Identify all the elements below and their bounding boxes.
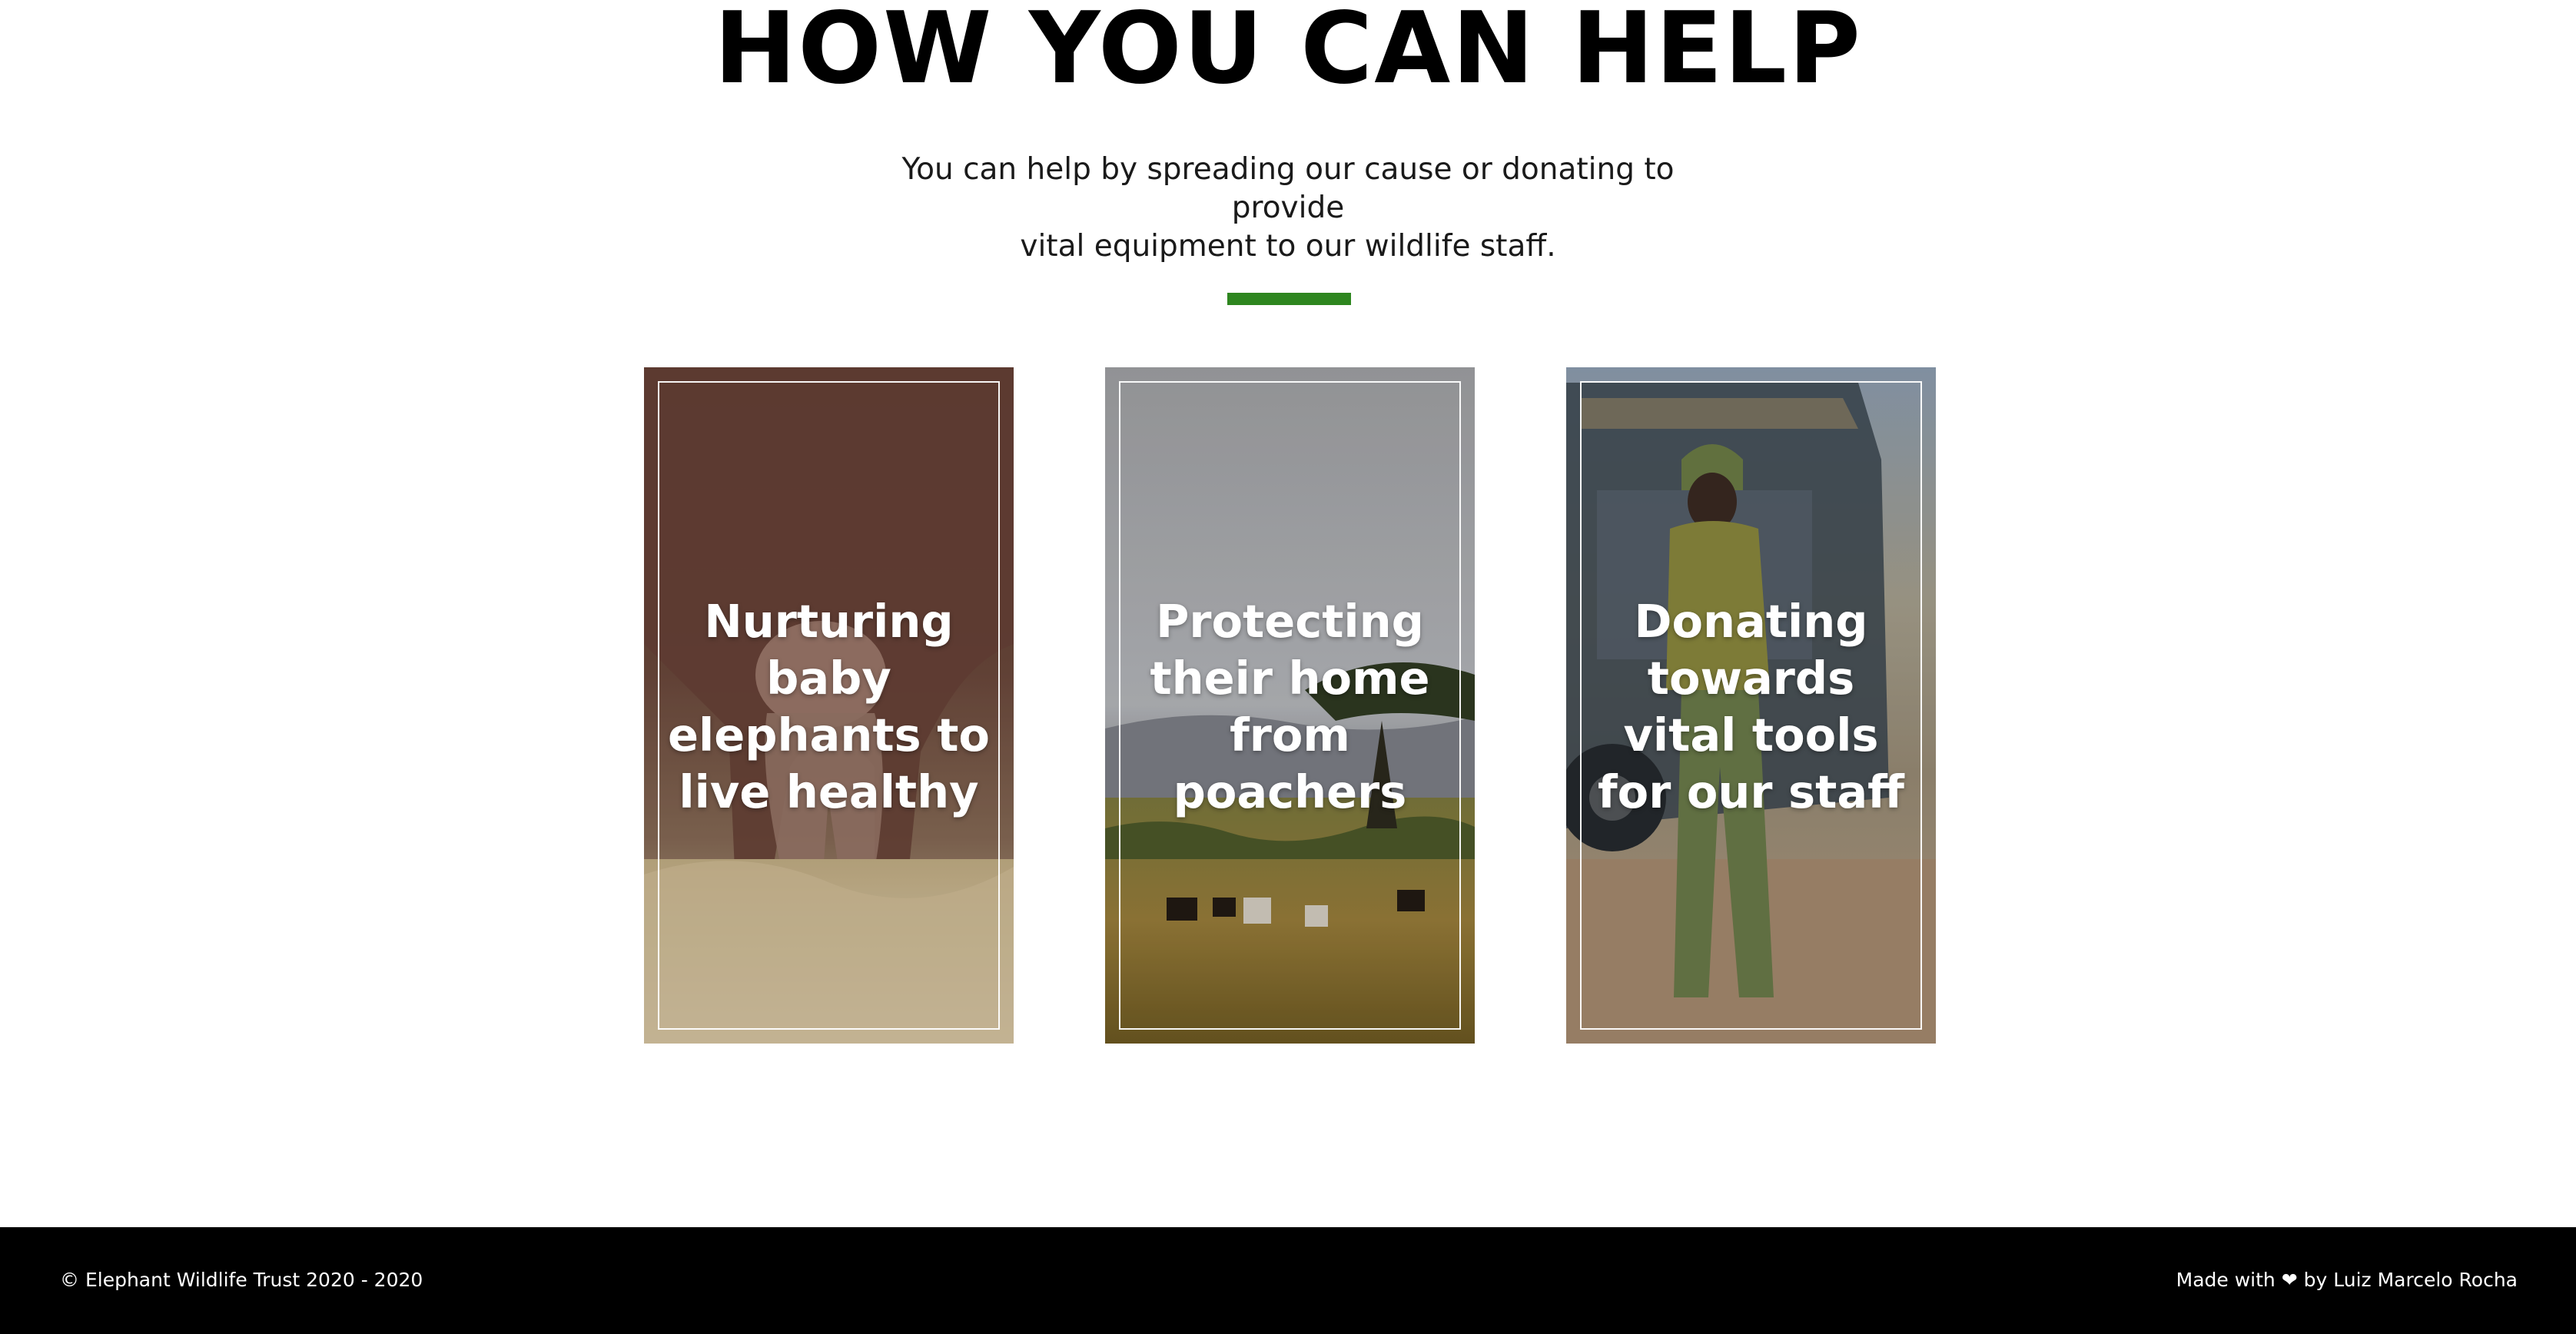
- card-title: Donating towards vital tools for our sta…: [1589, 593, 1913, 821]
- card-title-line: Donating: [1634, 595, 1868, 648]
- section-divider: [1227, 293, 1351, 305]
- page: HOW YOU CAN HELP You can help by spreadi…: [0, 0, 2576, 1334]
- card-title-line: elephants to: [668, 708, 990, 762]
- author-credit[interactable]: by Luiz Marcelo Rocha: [2304, 1269, 2518, 1291]
- section-intro: You can help by spreading our cause or d…: [865, 151, 1711, 266]
- intro-line: You can help by spreading our cause or d…: [901, 152, 1675, 225]
- footer: © Elephant Wildlife Trust 2020 - 2020 Ma…: [0, 1227, 2576, 1334]
- intro-line: vital equipment to our wildlife staff.: [1020, 229, 1556, 264]
- card-title-line: their home: [1150, 652, 1430, 705]
- help-card-protecting[interactable]: Protecting their home from poachers: [1105, 367, 1475, 1044]
- footer-credit: Made with ❤ by Luiz Marcelo Rocha: [2176, 1267, 2518, 1293]
- section-title: HOW YOU CAN HELP: [714, 0, 1862, 106]
- card-title-line: Protecting: [1156, 595, 1424, 648]
- card-title-line: from: [1230, 708, 1350, 762]
- card-title: Protecting their home from poachers: [1128, 593, 1452, 821]
- footer-copyright: © Elephant Wildlife Trust 2020 - 2020: [60, 1269, 423, 1291]
- card-title-line: poachers: [1173, 765, 1407, 818]
- card-title-line: live healthy: [679, 765, 979, 818]
- help-card-donating[interactable]: Donating towards vital tools for our sta…: [1566, 367, 1936, 1044]
- card-title-line: vital tools: [1623, 708, 1879, 762]
- heart-icon: ❤: [2281, 1269, 2298, 1291]
- card-title-line: Nurturing: [704, 595, 954, 648]
- help-card-nurturing[interactable]: Nurturing baby elephants to live healthy: [644, 367, 1014, 1044]
- card-title-line: baby: [766, 652, 891, 705]
- card-title: Nurturing baby elephants to live healthy: [667, 593, 991, 821]
- card-title-line: for our staff: [1598, 765, 1904, 818]
- made-with-label: Made with: [2176, 1269, 2276, 1291]
- card-title-line: towards: [1647, 652, 1855, 705]
